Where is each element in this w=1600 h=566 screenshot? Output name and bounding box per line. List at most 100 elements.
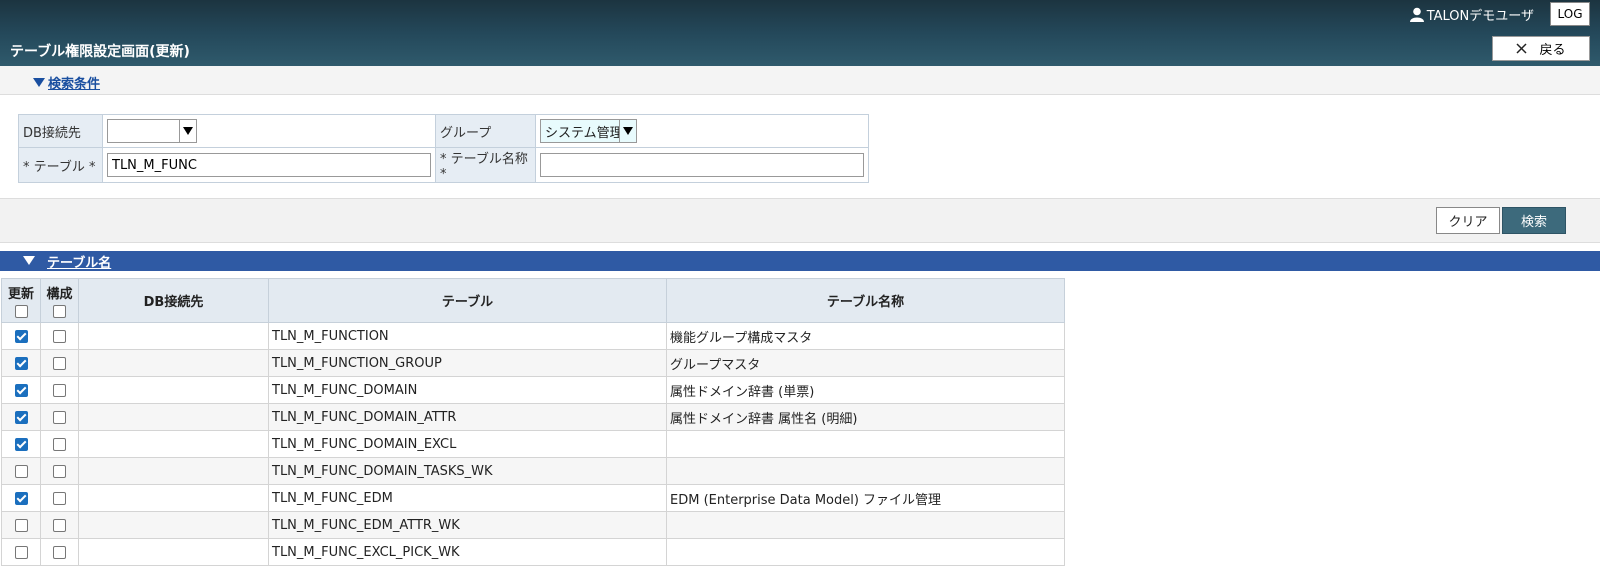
table-name-cell: 属性ドメイン辞書 属性名 (明細) <box>666 403 1065 431</box>
search-conditions-label: 検索条件 <box>48 77 101 92</box>
table-name-label: * テーブル名称 * <box>435 147 536 183</box>
config-checkbox[interactable] <box>53 491 66 505</box>
log-button[interactable]: LOG <box>1550 2 1590 26</box>
config-cell <box>40 484 79 512</box>
table-row[interactable]: TLN_M_FUNC_DOMAIN_ATTR 属性ドメイン辞書 属性名 (明細) <box>1 403 1065 431</box>
update-checkbox[interactable] <box>14 491 28 505</box>
table-row[interactable]: TLN_M_FUNC_DOMAIN_EXCL <box>1 430 1065 458</box>
config-cell <box>40 403 79 431</box>
update-cell <box>1 322 41 350</box>
config-checkbox[interactable] <box>53 356 66 370</box>
search-form: DB接続先 グループ システム管理 * テーブル * * テーブル名称 * <box>18 114 869 183</box>
table-name-input[interactable] <box>540 153 864 177</box>
table-name-cell: 機能グループ構成マスタ <box>666 322 1065 350</box>
dropdown-arrow-icon <box>619 120 636 142</box>
db-cell <box>78 538 269 566</box>
db-cell <box>78 349 269 377</box>
config-checkbox[interactable] <box>53 518 66 532</box>
table-header-row: 更新 構成 DB接続先 テーブル テーブル名称 <box>1 278 1065 323</box>
table-row[interactable]: TLN_M_FUNC_EXCL_PICK_WK <box>1 538 1065 566</box>
config-cell <box>40 457 79 485</box>
table-row[interactable]: TLN_M_FUNC_EDM EDM (Enterprise Data Model… <box>1 484 1065 512</box>
config-cell <box>40 538 79 566</box>
update-checkbox[interactable] <box>14 410 28 424</box>
config-checkbox[interactable] <box>53 464 66 478</box>
update-cell <box>1 430 41 458</box>
col-config-label: 構成 <box>46 287 73 302</box>
table-name-cell: 属性ドメイン辞書 (単票) <box>666 376 1065 404</box>
db-cell <box>78 511 269 539</box>
config-cell <box>40 376 79 404</box>
table-cell: TLN_M_FUNC_DOMAIN <box>268 376 667 404</box>
col-header-table[interactable]: テーブル <box>268 278 667 323</box>
table-row[interactable]: TLN_M_FUNC_EDM_ATTR_WK <box>1 511 1065 539</box>
search-conditions-toggle[interactable]: 検索条件 <box>33 73 100 92</box>
table-cell: TLN_M_FUNC_DOMAIN_EXCL <box>268 430 667 458</box>
col-header-table-name[interactable]: テーブル名称 <box>666 278 1065 323</box>
config-checkbox[interactable] <box>53 383 66 397</box>
back-button-label: 戻る <box>1539 43 1566 58</box>
back-button[interactable]: 戻る <box>1492 36 1590 61</box>
user-info[interactable]: TALONデモユーザ <box>1409 5 1534 24</box>
table-row[interactable]: TLN_M_FUNCTION 機能グループ構成マスタ <box>1 322 1065 350</box>
config-cell <box>40 322 79 350</box>
config-checkbox[interactable] <box>53 545 66 559</box>
group-select-value: システム管理 <box>545 126 619 141</box>
group-select[interactable]: システム管理 <box>540 119 637 143</box>
update-checkbox[interactable] <box>14 437 28 451</box>
table-input[interactable] <box>107 153 431 177</box>
col-header-config: 構成 <box>40 278 79 323</box>
config-checkbox[interactable] <box>53 329 66 343</box>
user-icon <box>1409 7 1424 22</box>
db-cell <box>78 403 269 431</box>
config-cell <box>40 349 79 377</box>
update-checkbox[interactable] <box>14 545 28 559</box>
action-bar: クリア 検索 <box>0 198 1600 243</box>
search-conditions-bar: 検索条件 <box>0 66 1600 95</box>
update-checkbox[interactable] <box>14 329 28 343</box>
db-cell <box>78 430 269 458</box>
db-select[interactable] <box>107 119 197 143</box>
update-checkbox[interactable] <box>14 356 28 370</box>
db-select-value <box>108 120 179 142</box>
table-row[interactable]: TLN_M_FUNC_DOMAIN 属性ドメイン辞書 (単票) <box>1 376 1065 404</box>
db-cell <box>78 322 269 350</box>
search-button[interactable]: 検索 <box>1502 207 1566 234</box>
table-cell: TLN_M_FUNC_EDM <box>268 484 667 512</box>
clear-button[interactable]: クリア <box>1436 207 1500 234</box>
config-cell <box>40 511 79 539</box>
close-icon <box>1516 43 1528 54</box>
table-cell: TLN_M_FUNC_DOMAIN_TASKS_WK <box>268 457 667 485</box>
triangle-down-icon[interactable] <box>23 256 35 265</box>
select-all-update-checkbox[interactable] <box>14 305 28 318</box>
table-row[interactable]: TLN_M_FUNC_DOMAIN_TASKS_WK <box>1 457 1065 485</box>
update-cell <box>1 484 41 512</box>
update-cell <box>1 538 41 566</box>
select-all-config-checkbox[interactable] <box>53 305 66 318</box>
table-cell: TLN_M_FUNC_EDM_ATTR_WK <box>268 511 667 539</box>
db-cell <box>78 484 269 512</box>
update-checkbox[interactable] <box>14 464 28 478</box>
config-checkbox[interactable] <box>53 437 66 451</box>
results-section-label[interactable]: テーブル名 <box>47 252 111 271</box>
table-name-cell: EDM (Enterprise Data Model) ファイル管理 <box>666 484 1065 512</box>
col-header-db[interactable]: DB接続先 <box>78 278 269 323</box>
table-name-cell <box>666 457 1065 485</box>
db-label: DB接続先 <box>18 114 103 148</box>
db-cell <box>78 457 269 485</box>
update-checkbox[interactable] <box>14 383 28 397</box>
table-name-cell <box>666 538 1065 566</box>
table-cell: TLN_M_FUNCTION_GROUP <box>268 349 667 377</box>
update-checkbox[interactable] <box>14 518 28 532</box>
update-cell <box>1 376 41 404</box>
update-cell <box>1 403 41 431</box>
group-label: グループ <box>435 114 536 148</box>
config-checkbox[interactable] <box>53 410 66 424</box>
col-update-label: 更新 <box>7 287 34 302</box>
update-cell <box>1 349 41 377</box>
table-row[interactable]: TLN_M_FUNCTION_GROUP グループマスタ <box>1 349 1065 377</box>
table-name-cell <box>666 511 1065 539</box>
page-title: テーブル権限設定画面(更新) <box>10 44 190 60</box>
table-name-cell: グループマスタ <box>666 349 1065 377</box>
config-cell <box>40 430 79 458</box>
